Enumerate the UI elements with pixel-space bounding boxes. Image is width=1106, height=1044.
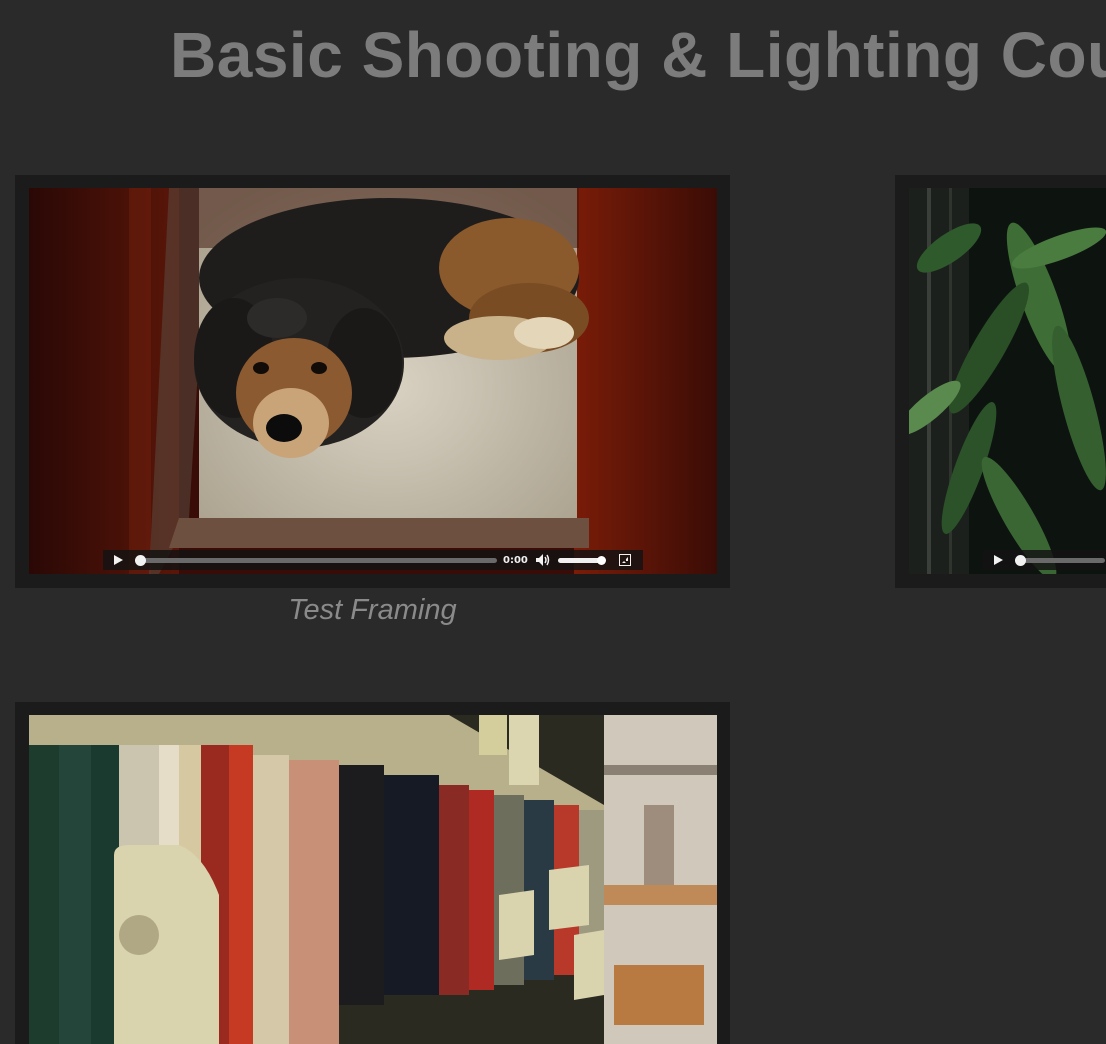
time-label: 0:00 xyxy=(503,554,528,566)
video-thumbnail-plant xyxy=(909,188,1106,574)
video-card-test-framing: 0:00 xyxy=(15,175,730,588)
page: Basic Shooting & Lighting Cour 0:00 Test… xyxy=(0,0,1106,1044)
progress-knob[interactable] xyxy=(1015,554,1026,566)
volume-icon[interactable] xyxy=(534,551,552,569)
progress-bar[interactable] xyxy=(135,554,497,566)
play-icon[interactable] xyxy=(989,551,1007,569)
volume-knob[interactable] xyxy=(596,555,606,565)
progress-knob[interactable] xyxy=(135,554,146,566)
volume-slider[interactable] xyxy=(557,555,606,565)
video-controls: 0:00 xyxy=(103,550,643,570)
video-player[interactable] xyxy=(909,188,1106,574)
video-card-library xyxy=(15,702,730,1044)
page-title: Basic Shooting & Lighting Cour xyxy=(170,19,1106,91)
video-caption: Test Framing xyxy=(288,594,457,626)
video-controls xyxy=(983,550,1106,570)
progress-bar[interactable] xyxy=(1015,554,1105,566)
play-icon[interactable] xyxy=(109,551,127,569)
video-card-plant xyxy=(895,175,1106,588)
fullscreen-icon[interactable] xyxy=(616,551,634,569)
video-player[interactable]: 0:00 xyxy=(29,188,717,574)
video-thumbnail-library xyxy=(29,715,717,1044)
video-player[interactable] xyxy=(29,715,717,1044)
video-thumbnail-dog xyxy=(29,188,717,574)
